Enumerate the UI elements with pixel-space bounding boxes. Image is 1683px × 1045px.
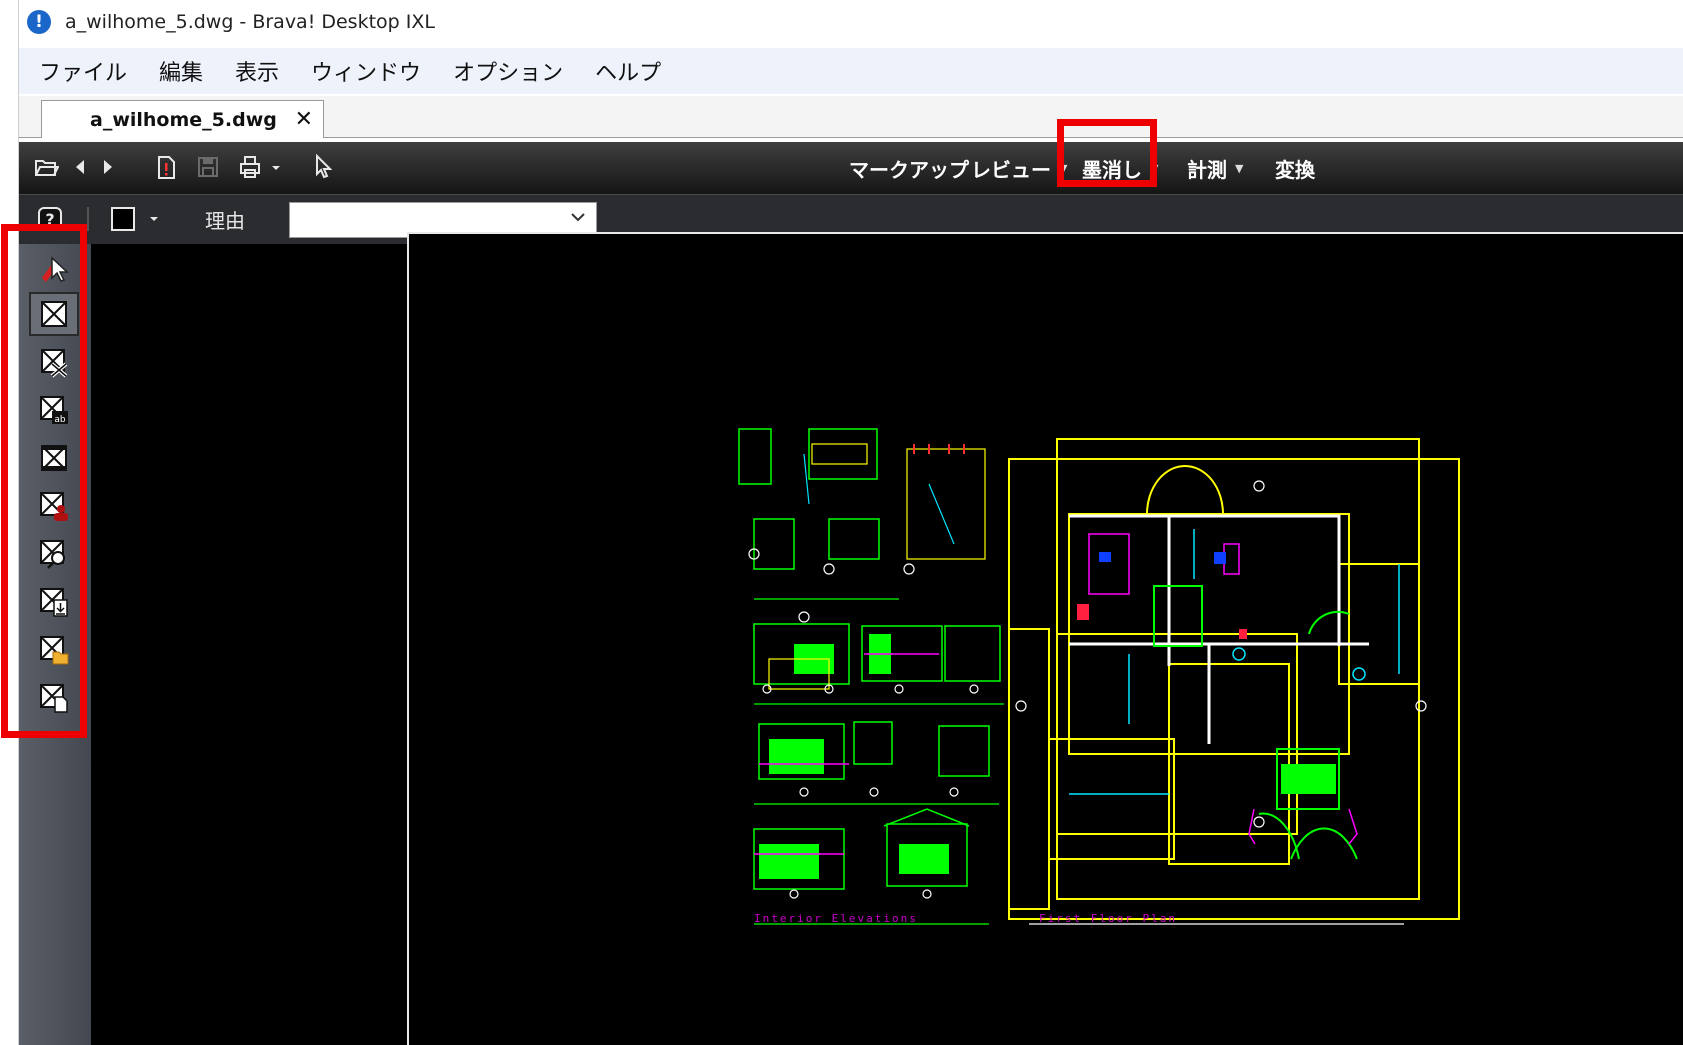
print-dropdown-icon[interactable] [269,152,283,182]
tab-close-icon[interactable]: ✕ [295,107,313,132]
menu-bar: ファイル 編集 表示 ウィンドウ オプション ヘルプ [19,48,1683,94]
menu-options[interactable]: オプション [453,55,563,87]
redaction-tools-highlight [1,224,87,738]
interior-elevations-label: Interior Elevations [754,912,918,925]
open-folder-icon[interactable] [31,152,61,182]
toolbar-divider [87,207,89,231]
convert-menu-label: 変換 [1275,157,1315,182]
cursor-select-icon[interactable] [309,152,339,182]
document-tab[interactable]: a_wilhome_5.dwg ✕ [41,100,324,138]
document-alert-icon[interactable] [151,152,181,182]
print-icon[interactable] [235,152,265,182]
forward-arrow-icon[interactable] [93,152,123,182]
tab-label: a_wilhome_5.dwg [90,108,277,131]
measure-menu-label: 計測 [1187,157,1227,182]
redaction-color-swatch[interactable] [111,207,135,231]
first-floor-plan-label: First Floor Plan [1039,912,1177,925]
convert-menu[interactable]: 変換 [1275,142,1315,194]
main-toolbar: マークアップ レビュー ▼ 墨消し ▼ 計測 ▼ 変換 [19,142,1683,194]
drawing-canvas[interactable]: Interior Elevations First Floor Plan [407,232,1683,1045]
review-menu-label: レビュー [971,157,1051,182]
markup-menu-label: マークアップ [849,157,969,182]
save-icon[interactable] [193,152,223,182]
chevron-down-icon: ▼ [1235,161,1244,175]
menu-window[interactable]: ウィンドウ [311,55,421,87]
cad-drawing: Interior Elevations First Floor Plan [738,428,1460,925]
review-menu[interactable]: レビュー ▼ [971,142,1067,194]
menu-edit[interactable]: 編集 [159,55,203,87]
document-tab-strip: a_wilhome_5.dwg ✕ [19,96,1683,138]
chevron-down-icon [571,213,585,222]
markup-menu[interactable]: マークアップ [849,142,969,194]
back-arrow-icon[interactable] [65,152,95,182]
reason-label: 理由 [205,209,245,233]
navigation-panel [91,244,407,1045]
menu-view[interactable]: 表示 [235,55,279,87]
menu-file[interactable]: ファイル [39,55,127,87]
redaction-menu-highlight [1057,119,1157,187]
app-info-icon: ! [27,10,51,34]
window-title: a_wilhome_5.dwg - Brava! Desktop IXL [65,11,435,33]
app-window: ! a_wilhome_5.dwg - Brava! Desktop IXL フ… [1,0,1683,1045]
measure-menu[interactable]: 計測 ▼ [1187,142,1243,194]
menu-help[interactable]: ヘルプ [595,55,661,87]
color-dropdown-icon[interactable] [147,205,161,231]
title-bar: ! a_wilhome_5.dwg - Brava! Desktop IXL [19,0,1683,44]
